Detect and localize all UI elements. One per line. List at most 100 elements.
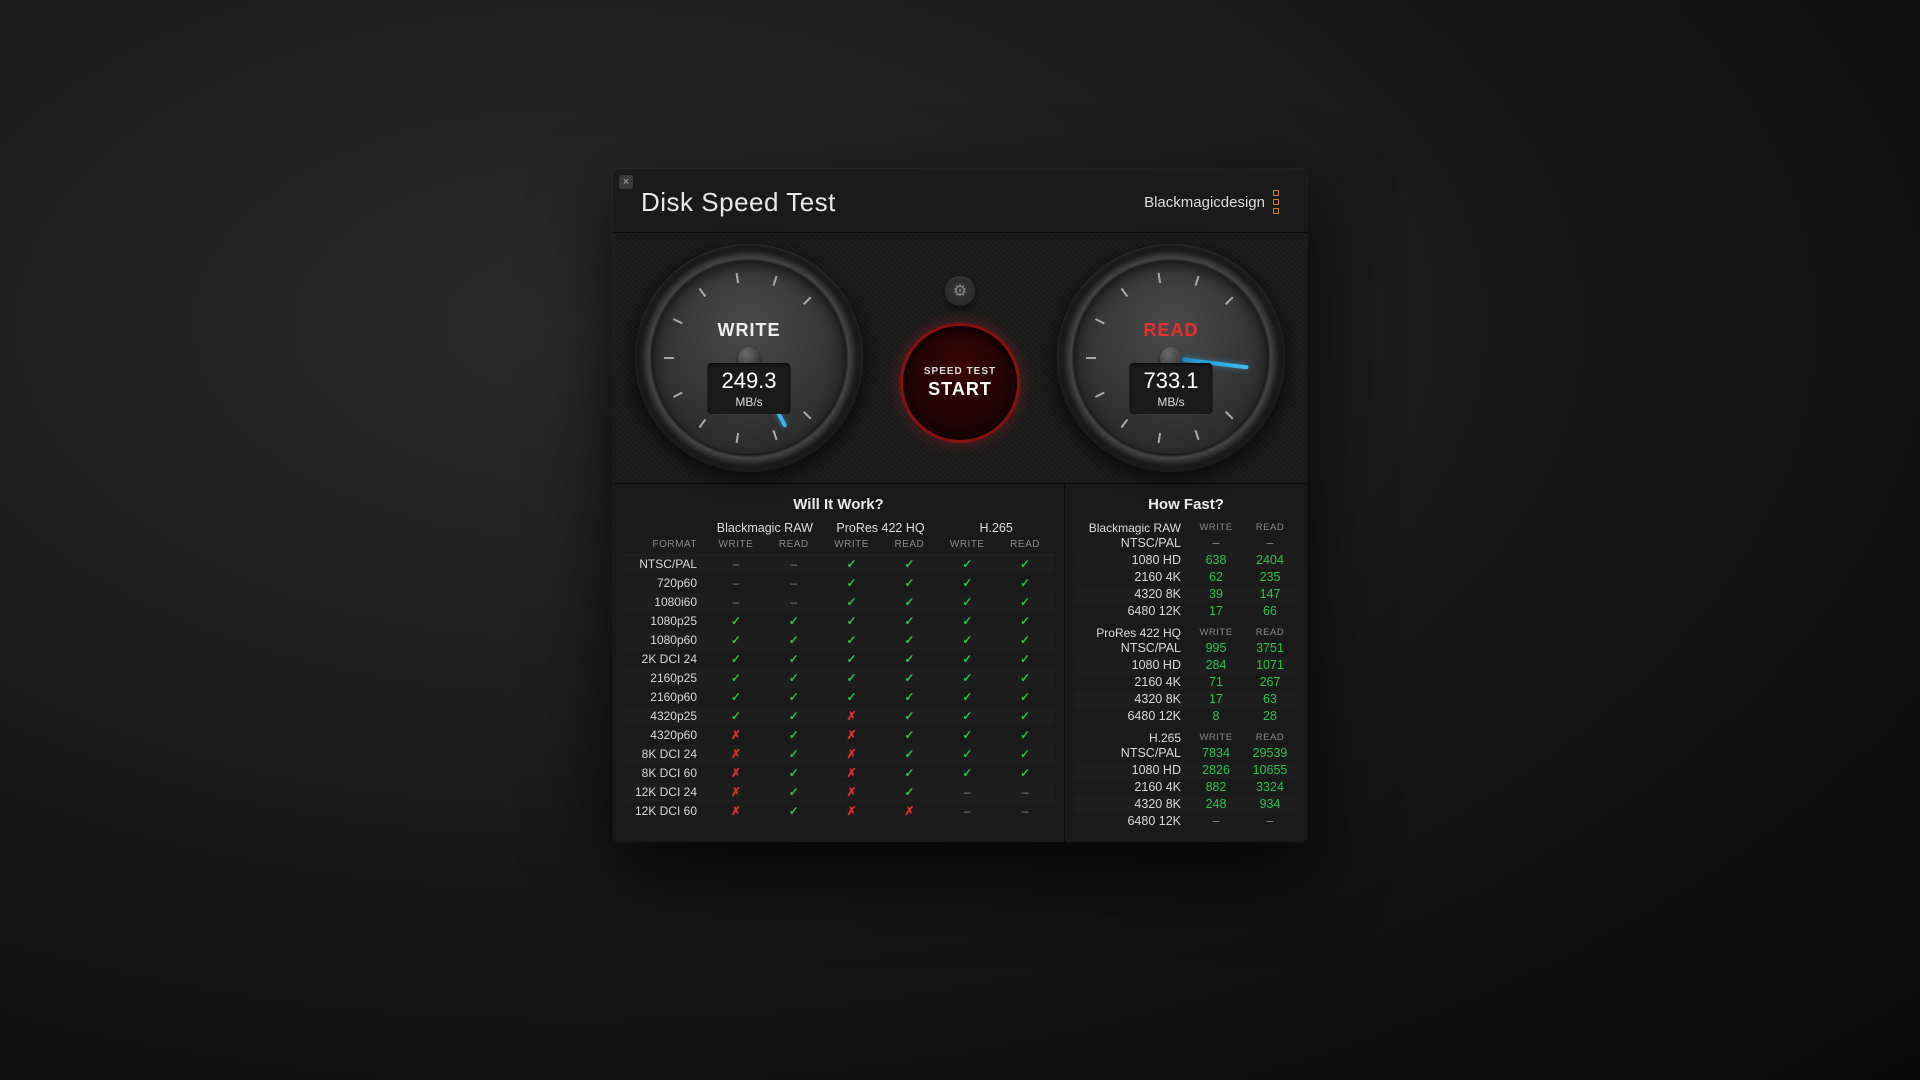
write-label: WRITE	[653, 320, 845, 341]
resolution-label: 1080 HD	[1075, 763, 1189, 777]
resolution-label: 2160 4K	[1075, 570, 1189, 584]
dash-icon: –	[996, 804, 1054, 818]
format-label: 12K DCI 60	[623, 804, 707, 818]
cross-icon: ✗	[707, 804, 765, 818]
format-label: 720p60	[623, 576, 707, 590]
codec-col-1: ProRes 422 HQ	[823, 521, 939, 535]
start-line1: SPEED TEST	[924, 366, 996, 377]
brand-text: Blackmagicdesign	[1144, 194, 1265, 211]
check-icon: ✓	[765, 690, 823, 704]
read-speed: 28	[1243, 709, 1297, 723]
resolution-label: 1080 HD	[1075, 553, 1189, 567]
check-icon: ✓	[938, 614, 996, 628]
read-speed: 2404	[1243, 553, 1297, 567]
gauges-panel: WRITE 249.3 MB/s ⚙ SPEED TEST START	[613, 232, 1307, 484]
cross-icon: ✗	[707, 766, 765, 780]
codec-section-header: ProRes 422 HQWRITEREAD	[1075, 626, 1297, 640]
read-speed: –	[1243, 814, 1297, 828]
wr-rd-header: WRITE	[938, 539, 996, 550]
check-icon: ✓	[765, 709, 823, 723]
sub-header: FORMATWRITEREADWRITEREADWRITEREAD	[623, 537, 1054, 555]
check-icon: ✓	[823, 595, 881, 609]
check-icon: ✓	[880, 728, 938, 742]
check-icon: ✓	[823, 614, 881, 628]
write-speed: 8	[1189, 709, 1243, 723]
cross-icon: ✗	[707, 728, 765, 742]
format-label: 1080p60	[623, 633, 707, 647]
check-icon: ✓	[765, 614, 823, 628]
resolution-label: NTSC/PAL	[1075, 641, 1189, 655]
check-icon: ✓	[765, 766, 823, 780]
format-label: 8K DCI 24	[623, 747, 707, 761]
read-speed: 10655	[1243, 763, 1297, 777]
check-icon: ✓	[823, 671, 881, 685]
check-icon: ✓	[765, 728, 823, 742]
check-icon: ✓	[765, 671, 823, 685]
read-speed: 147	[1243, 587, 1297, 601]
format-label: 12K DCI 24	[623, 785, 707, 799]
app-window: × Disk Speed Test Blackmagicdesign WRITE…	[613, 169, 1307, 842]
dash-icon: –	[707, 557, 765, 571]
speed-row: 4320 8K248934	[1075, 796, 1297, 813]
table-row: 1080p25✓✓✓✓✓✓	[623, 612, 1054, 631]
write-speed: –	[1189, 814, 1243, 828]
read-gauge-face: READ 733.1 MB/s	[1075, 262, 1267, 454]
will-it-work-title: Will It Work?	[623, 496, 1054, 513]
format-label: 1080p25	[623, 614, 707, 628]
read-speed: 1071	[1243, 658, 1297, 672]
speed-row: 4320 8K1763	[1075, 691, 1297, 708]
check-icon: ✓	[996, 595, 1054, 609]
resolution-label: 2160 4K	[1075, 780, 1189, 794]
write-speed: –	[1189, 536, 1243, 550]
how-fast-title: How Fast?	[1075, 496, 1297, 513]
read-speed: 66	[1243, 604, 1297, 618]
check-icon: ✓	[996, 728, 1054, 742]
dash-icon: –	[765, 576, 823, 590]
speed-row: 1080 HD2841071	[1075, 657, 1297, 674]
read-speed: –	[1243, 536, 1297, 550]
settings-button[interactable]: ⚙	[945, 276, 975, 306]
check-icon: ✓	[938, 690, 996, 704]
check-icon: ✓	[996, 576, 1054, 590]
speed-row: 6480 12K––	[1075, 813, 1297, 830]
check-icon: ✓	[996, 614, 1054, 628]
wr-rd-header: READ	[765, 539, 823, 550]
write-speed: 248	[1189, 797, 1243, 811]
cross-icon: ✗	[823, 709, 881, 723]
will-it-work-table: Will It Work? Blackmagic RAW ProRes 422 …	[613, 484, 1065, 842]
speed-row: 2160 4K8823324	[1075, 779, 1297, 796]
check-icon: ✓	[996, 652, 1054, 666]
wr-rd-header: WRITE	[823, 539, 881, 550]
check-icon: ✓	[996, 766, 1054, 780]
check-icon: ✓	[707, 690, 765, 704]
check-icon: ✓	[707, 633, 765, 647]
check-icon: ✓	[996, 747, 1054, 761]
close-button[interactable]: ×	[619, 175, 633, 189]
resolution-label: 4320 8K	[1075, 587, 1189, 601]
speed-row: 2160 4K71267	[1075, 674, 1297, 691]
check-icon: ✓	[938, 747, 996, 761]
check-icon: ✓	[938, 671, 996, 685]
check-icon: ✓	[707, 671, 765, 685]
cross-icon: ✗	[707, 747, 765, 761]
table-row: 2K DCI 24✓✓✓✓✓✓	[623, 650, 1054, 669]
format-label: NTSC/PAL	[623, 557, 707, 571]
check-icon: ✓	[823, 690, 881, 704]
check-icon: ✓	[880, 766, 938, 780]
speed-row: 2160 4K62235	[1075, 569, 1297, 586]
read-speed: 63	[1243, 692, 1297, 706]
table-row: 8K DCI 60✗✓✗✓✓✓	[623, 764, 1054, 783]
cross-icon: ✗	[823, 804, 881, 818]
table-row: 8K DCI 24✗✓✗✓✓✓	[623, 745, 1054, 764]
start-button[interactable]: SPEED TEST START	[903, 326, 1017, 440]
codec-name: H.265	[1075, 731, 1189, 745]
table-row: 1080p60✓✓✓✓✓✓	[623, 631, 1054, 650]
codec-col-2: H.265	[938, 521, 1054, 535]
speed-row: NTSC/PAL––	[1075, 535, 1297, 552]
check-icon: ✓	[938, 709, 996, 723]
header: Disk Speed Test Blackmagicdesign	[613, 169, 1307, 232]
speed-row: 6480 12K828	[1075, 708, 1297, 725]
cross-icon: ✗	[823, 766, 881, 780]
resolution-label: 4320 8K	[1075, 797, 1189, 811]
resolution-label: NTSC/PAL	[1075, 536, 1189, 550]
